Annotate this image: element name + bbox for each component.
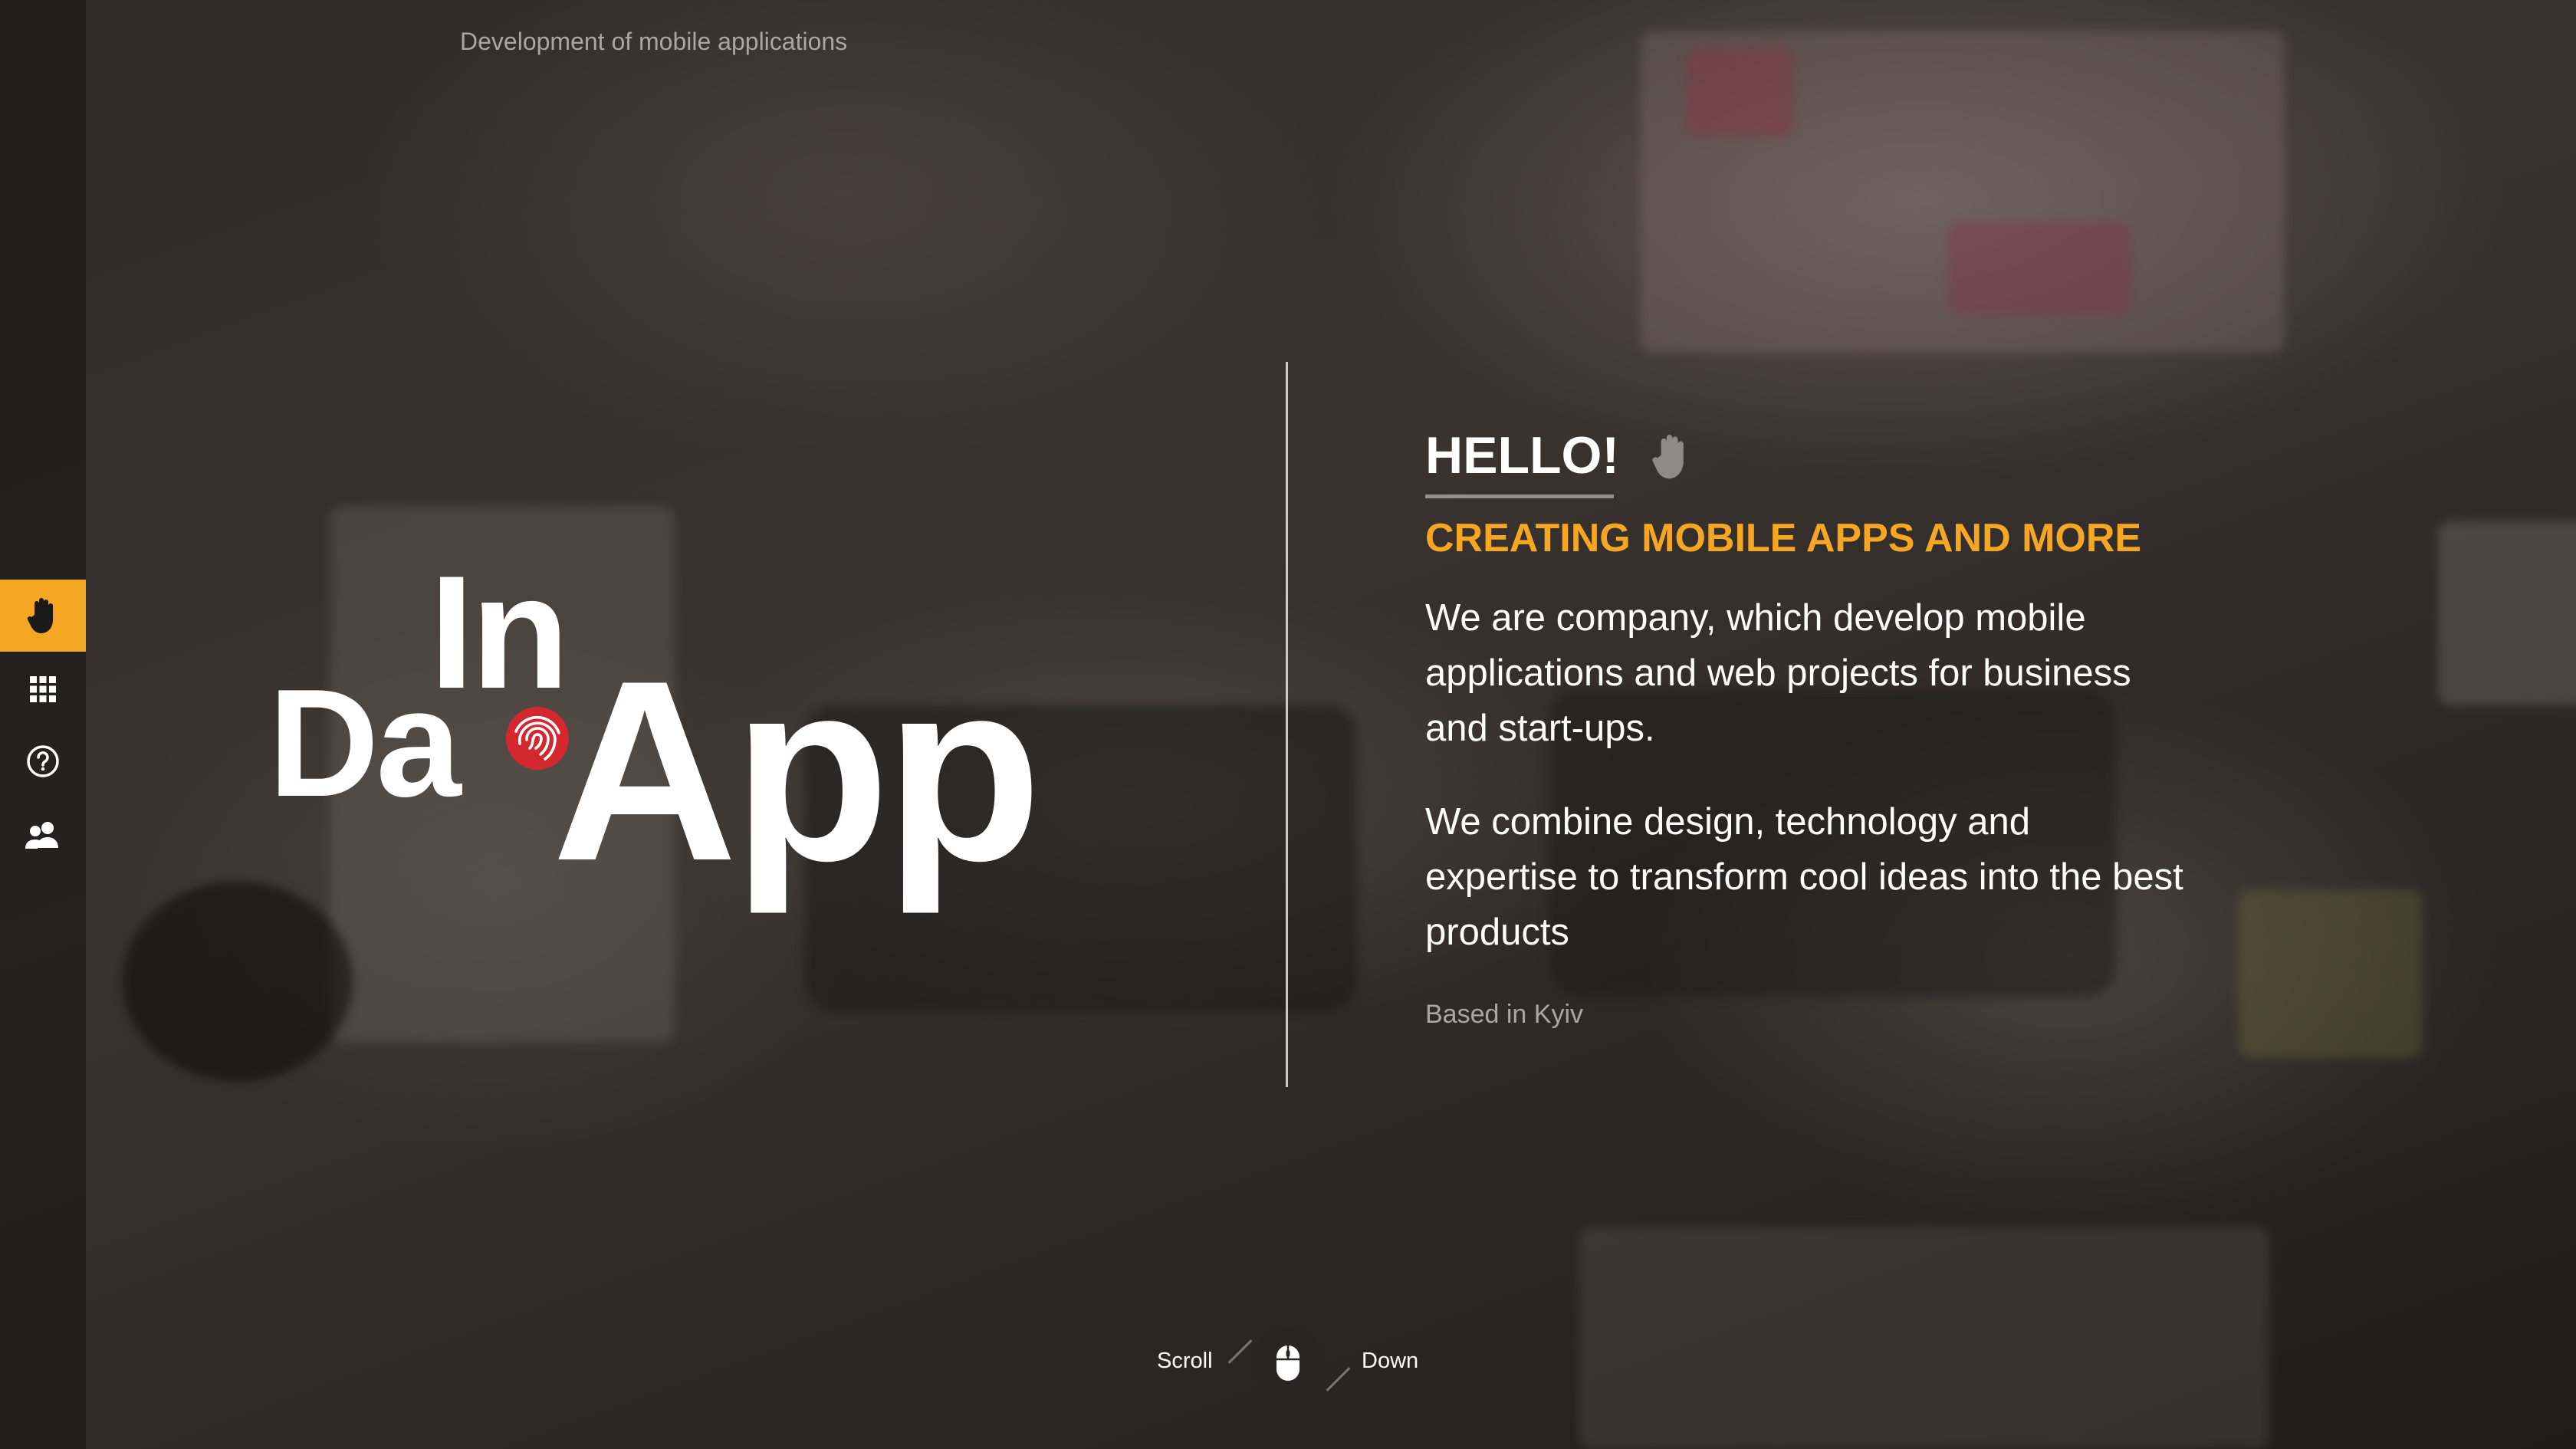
header-tagline: Development of mobile applications — [460, 28, 848, 55]
hand-wave-icon — [1650, 432, 1693, 485]
sidebar-item-faq[interactable] — [0, 725, 86, 797]
background-photo-sticky — [2239, 889, 2423, 1058]
intro-paragraph: We are company, which develop mobile app… — [1425, 597, 2131, 749]
brand-logo[interactable]: In Da App — [268, 552, 1112, 935]
hello-heading: HELLO! — [1425, 426, 1620, 485]
team-icon — [25, 822, 58, 849]
grid-icon — [30, 676, 56, 702]
intro-paragraph: We combine design, technology and expert… — [1425, 801, 2183, 953]
scroll-divider — [1326, 1367, 1351, 1392]
background-photo-tablet — [2438, 521, 2576, 705]
mouse-icon — [1276, 1346, 1300, 1381]
sidebar-item-services[interactable] — [0, 653, 86, 725]
page-background: Development of mobile applications In Da… — [0, 0, 2576, 1449]
logo-word-da: Da — [268, 658, 462, 829]
scroll-divider — [1227, 1339, 1253, 1364]
hello-underline — [1425, 495, 1614, 498]
location-text: Based in Kyiv — [1425, 1000, 1583, 1029]
scroll-label: Down — [1362, 1349, 1419, 1373]
sidebar-nav — [0, 0, 86, 1449]
background-photo-paper — [1579, 1227, 2269, 1449]
scroll-down-button[interactable] — [1251, 1326, 1325, 1400]
scroll-label: Scroll — [1157, 1349, 1213, 1373]
background-photo-card — [1687, 46, 1794, 138]
logo-word-app: App — [552, 627, 1042, 914]
sidebar-item-hello[interactable] — [0, 580, 86, 652]
subheading: CREATING MOBILE APPS AND MORE — [1425, 516, 2142, 560]
vertical-divider — [1286, 362, 1288, 1087]
sidebar-item-team[interactable] — [0, 799, 86, 871]
background-photo-card — [1947, 222, 2131, 314]
help-icon — [27, 745, 59, 777]
hand-icon — [27, 598, 53, 633]
